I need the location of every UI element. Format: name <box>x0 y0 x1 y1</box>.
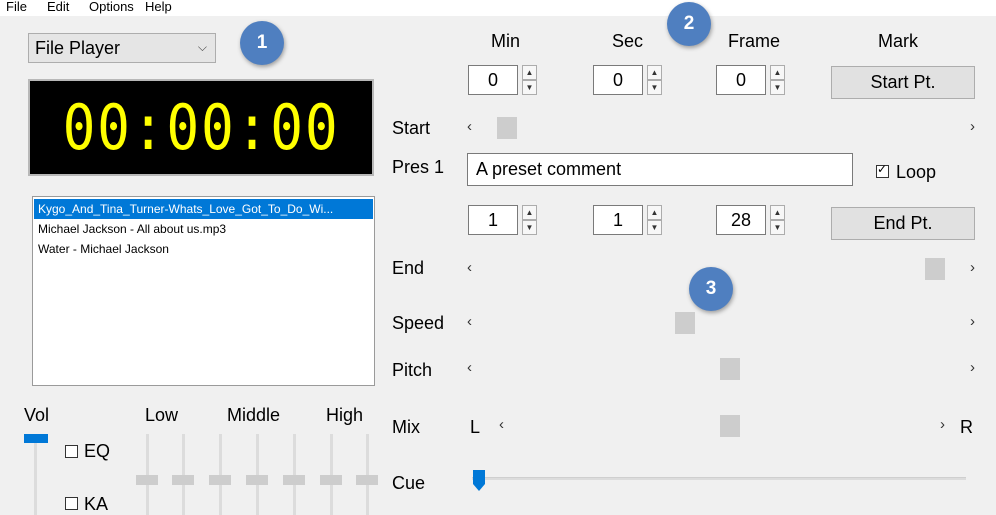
middle-label: Middle <box>227 405 281 425</box>
list-item[interactable]: Kygo_And_Tina_Turner-Whats_Love_Got_To_D… <box>34 199 373 219</box>
eq-band-slider-thumb[interactable] <box>136 475 158 485</box>
down-arrow-icon[interactable]: ▼ <box>522 220 537 235</box>
ka-checkbox[interactable] <box>65 497 78 510</box>
start-min-stepper[interactable]: 0 ▲ ▼ <box>462 60 540 100</box>
end-point-button[interactable]: End Pt. <box>831 207 975 240</box>
cue-slider-track[interactable] <box>472 477 966 480</box>
eq-band-slider-thumb[interactable] <box>172 475 194 485</box>
down-arrow-icon[interactable]: ▼ <box>647 80 662 95</box>
chevron-right-icon[interactable]: › <box>970 257 975 279</box>
preset-comment-input[interactable]: A preset comment <box>467 153 853 186</box>
mix-scrollbar[interactable]: ‹ › <box>499 414 945 437</box>
down-arrow-icon[interactable]: ▼ <box>522 80 537 95</box>
chevron-left-icon[interactable]: ‹ <box>467 116 472 138</box>
chevron-left-icon[interactable]: ‹ <box>467 311 472 333</box>
time-readout: 00:00:00 <box>62 91 340 164</box>
speed-scrollbar-thumb[interactable] <box>674 312 695 334</box>
mix-left-label: L <box>470 417 481 437</box>
end-scrollbar[interactable]: ‹ › <box>467 257 975 280</box>
up-arrow-icon[interactable]: ▲ <box>522 205 537 220</box>
start-sec-stepper[interactable]: 0 ▲ ▼ <box>587 60 665 100</box>
start-scrollbar-thumb[interactable] <box>496 117 517 139</box>
down-arrow-icon[interactable]: ▼ <box>770 80 785 95</box>
speed-scrollbar[interactable]: ‹ › <box>467 311 975 334</box>
eq-band-slider-thumb[interactable] <box>283 475 305 485</box>
up-arrow-icon[interactable]: ▲ <box>647 205 662 220</box>
end-min-value[interactable]: 1 <box>468 205 518 235</box>
time-display: 00:00:00 <box>28 79 374 176</box>
eq-band-slider-thumb[interactable] <box>209 475 231 485</box>
eq-label: EQ <box>84 441 111 461</box>
end-frame-stepper[interactable]: 28 ▲ ▼ <box>710 200 788 240</box>
chevron-right-icon[interactable]: › <box>970 311 975 333</box>
menu-options[interactable]: Options <box>89 0 134 16</box>
vol-slider-track[interactable] <box>34 436 37 515</box>
up-arrow-icon[interactable]: ▲ <box>770 205 785 220</box>
chevron-right-icon[interactable]: › <box>940 414 945 436</box>
down-arrow-icon[interactable]: ▼ <box>647 220 662 235</box>
source-dropdown-value: File Player <box>35 38 121 58</box>
source-dropdown[interactable]: File Player ⌵ <box>28 33 216 63</box>
chevron-right-icon[interactable]: › <box>970 357 975 379</box>
mix-right-label: R <box>960 417 973 437</box>
menu-help[interactable]: Help <box>145 0 172 16</box>
start-frame-value[interactable]: 0 <box>716 65 766 95</box>
menu-bar: File Edit Options Help <box>0 0 996 16</box>
loop-checkbox[interactable] <box>876 162 889 178</box>
loop-label: Loop <box>896 162 937 182</box>
chevron-left-icon[interactable]: ‹ <box>499 414 504 436</box>
start-frame-stepper[interactable]: 0 ▲ ▼ <box>710 60 788 100</box>
vol-slider-thumb[interactable] <box>24 434 48 443</box>
eq-band-slider-thumb[interactable] <box>356 475 378 485</box>
column-sec: Sec <box>612 31 644 51</box>
end-min-stepper[interactable]: 1 ▲ ▼ <box>462 200 540 240</box>
end-scrollbar-thumb[interactable] <box>925 258 946 280</box>
list-item[interactable]: Michael Jackson - All about us.mp3 <box>34 219 373 239</box>
up-arrow-icon[interactable]: ▲ <box>647 65 662 80</box>
up-arrow-icon[interactable]: ▲ <box>770 65 785 80</box>
start-min-value[interactable]: 0 <box>468 65 518 95</box>
pitch-scrollbar[interactable]: ‹ › <box>467 357 975 380</box>
column-mark: Mark <box>878 31 918 51</box>
chevron-left-icon[interactable]: ‹ <box>467 257 472 279</box>
menu-edit[interactable]: Edit <box>47 0 69 16</box>
eq-checkbox[interactable] <box>65 445 78 458</box>
cue-slider-thumb[interactable] <box>472 469 486 493</box>
ka-label: KA <box>84 494 109 514</box>
column-frame: Frame <box>728 31 781 51</box>
mix-label: Mix <box>392 417 420 437</box>
playlist[interactable]: Kygo_And_Tina_Turner-Whats_Love_Got_To_D… <box>32 196 375 386</box>
start-point-button[interactable]: Start Pt. <box>831 66 975 99</box>
preset-label: Pres 1 <box>392 157 445 177</box>
chevron-down-icon: ⌵ <box>197 40 207 54</box>
cue-label: Cue <box>392 473 426 493</box>
column-min: Min <box>491 31 521 51</box>
chevron-right-icon[interactable]: › <box>970 116 975 138</box>
list-item[interactable]: Water - Michael Jackson <box>34 239 373 259</box>
low-label: Low <box>145 405 179 425</box>
end-label: End <box>392 258 425 278</box>
down-arrow-icon[interactable]: ▼ <box>770 220 785 235</box>
high-label: High <box>326 405 364 425</box>
eq-band-slider-thumb[interactable] <box>320 475 342 485</box>
speed-label: Speed <box>392 313 445 333</box>
end-frame-value[interactable]: 28 <box>716 205 766 235</box>
callout-badge-1: 1 <box>240 21 284 65</box>
end-sec-value[interactable]: 1 <box>593 205 643 235</box>
eq-band-slider-thumb[interactable] <box>246 475 268 485</box>
start-sec-value[interactable]: 0 <box>593 65 643 95</box>
callout-badge-2: 2 <box>667 2 711 46</box>
mix-scrollbar-thumb[interactable] <box>719 415 740 437</box>
pitch-scrollbar-thumb[interactable] <box>720 358 741 380</box>
vol-label: Vol <box>24 405 50 425</box>
end-sec-stepper[interactable]: 1 ▲ ▼ <box>587 200 665 240</box>
start-label: Start <box>392 118 431 138</box>
start-scrollbar[interactable]: ‹ › <box>467 116 975 139</box>
pitch-label: Pitch <box>392 360 433 380</box>
chevron-left-icon[interactable]: ‹ <box>467 357 472 379</box>
menu-file[interactable]: File <box>6 0 27 16</box>
up-arrow-icon[interactable]: ▲ <box>522 65 537 80</box>
